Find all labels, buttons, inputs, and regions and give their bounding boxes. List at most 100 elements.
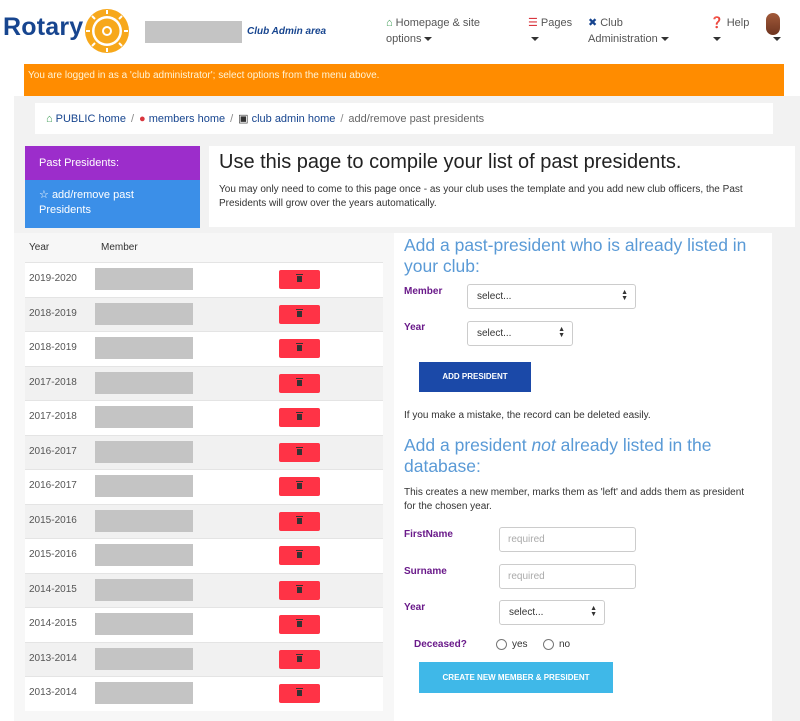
trash-icon: [296, 343, 303, 351]
member-label: Member: [404, 286, 443, 297]
delete-button[interactable]: [279, 580, 320, 600]
delete-button[interactable]: [279, 477, 320, 496]
table-row: 2014-2015: [25, 607, 383, 642]
row-year: 2019-2020: [29, 273, 77, 284]
select-arrows-icon: ▲ ▼: [558, 326, 565, 339]
row-year: 2018-2019: [29, 307, 77, 319]
user-avatar[interactable]: [766, 13, 780, 35]
header: Rotary Club Admin area ⌂ Homepage & site…: [0, 0, 800, 64]
row-year: 2016-2017: [29, 445, 77, 457]
row-year: 2014-2015: [29, 618, 77, 629]
delete-button[interactable]: [279, 649, 320, 669]
side-menu-add-remove-past-presidents[interactable]: ☆ add/remove past Presidents: [25, 180, 200, 228]
delete-button[interactable]: [279, 373, 320, 393]
row-member-redacted: [95, 578, 193, 601]
row-member-redacted: [95, 268, 193, 290]
firstname-input[interactable]: required: [499, 527, 636, 552]
firstname-label: FirstName: [404, 529, 453, 540]
delete-button[interactable]: [279, 546, 320, 565]
table-row: 2019-2020: [25, 262, 383, 297]
row-member-redacted: [95, 682, 193, 704]
past-presidents-table: Year Member 2019-2020 2018-2019 2018-2019 2…: [25, 233, 383, 711]
row-member-redacted: [95, 371, 193, 394]
trash-icon: [296, 515, 303, 524]
row-year: 2013-2014: [29, 687, 77, 698]
row-member-redacted: [95, 302, 193, 325]
create-new-member-president-button[interactable]: CREATE NEW MEMBER & PRESIDENT: [419, 662, 613, 693]
page-title: Use this page to compile your list of pa…: [219, 151, 682, 173]
breadcrumb-club-admin-home[interactable]: club admin home: [252, 113, 336, 125]
trash-icon: [296, 274, 303, 282]
club-name-redacted: [145, 21, 242, 43]
briefcase-icon: ▣: [238, 113, 249, 125]
breadcrumb-members-home[interactable]: members home: [149, 113, 225, 125]
add-president-button[interactable]: ADD PRESIDENT: [419, 362, 531, 392]
table-row: 2014-2015: [25, 572, 383, 607]
delete-button[interactable]: [279, 270, 320, 289]
table-row: 2016-2017: [25, 469, 383, 504]
trash-icon: [296, 653, 303, 662]
delete-button[interactable]: [279, 339, 320, 358]
form1-note: If you make a mistake, the record can be…: [404, 410, 651, 421]
row-member-redacted: [95, 647, 193, 670]
trash-icon: [296, 584, 303, 593]
trash-icon: [296, 550, 303, 558]
trash-icon: [296, 481, 303, 489]
trash-icon: [296, 446, 303, 455]
select-arrows-icon: ▲ ▼: [621, 289, 628, 302]
form1-heading: Add a past-president who is already list…: [404, 235, 747, 276]
row-member-redacted: [95, 337, 193, 359]
member-select[interactable]: select... ▲ ▼: [467, 284, 636, 309]
home-icon: ⌂: [386, 17, 393, 29]
delete-button[interactable]: [279, 408, 320, 427]
caret-down-icon: [424, 37, 433, 42]
form2-year-select[interactable]: select... ▲ ▼: [499, 600, 605, 625]
nav-pages[interactable]: ☰ Pages: [528, 15, 578, 47]
delete-button[interactable]: [279, 442, 320, 462]
row-member-redacted: [95, 406, 193, 428]
breadcrumb-current: add/remove past presidents: [348, 113, 485, 125]
caret-down-icon[interactable]: [773, 37, 781, 41]
tools-icon: ✖: [588, 17, 598, 29]
row-year: 2017-2018: [29, 411, 77, 422]
trash-icon: [296, 688, 303, 696]
row-year: 2016-2017: [29, 480, 77, 491]
layers-icon: ☰: [528, 17, 538, 29]
deceased-yes-radio[interactable]: [496, 639, 507, 650]
star-icon: ☆: [39, 189, 49, 201]
breadcrumb-public-home[interactable]: PUBLIC home: [56, 113, 126, 125]
nav-help[interactable]: ❓ Help: [710, 15, 755, 47]
breadcrumb: ⌂ PUBLIC home / ● members home / ▣ club admin h…: [35, 103, 773, 134]
login-status-banner: You are logged in as a 'club administrat…: [24, 64, 784, 96]
delete-button[interactable]: [279, 304, 320, 324]
surname-label: Surname: [404, 566, 447, 577]
delete-button[interactable]: [279, 511, 320, 531]
table-row: 2016-2017: [25, 434, 383, 469]
delete-button[interactable]: [279, 615, 320, 634]
year-select[interactable]: select... ▲ ▼: [467, 321, 573, 346]
row-member-redacted: [95, 544, 193, 566]
select-arrows-icon: ▲ ▼: [590, 605, 597, 618]
row-member-redacted: [95, 509, 193, 532]
caret-down-icon: [713, 37, 721, 42]
rotary-wheel-icon[interactable]: [82, 6, 132, 56]
nav-homepage-site-options[interactable]: ⌂ Homepage & site options: [386, 15, 506, 47]
table-header: Year Member: [25, 233, 383, 262]
rotary-logo-text[interactable]: Rotary: [3, 13, 83, 42]
trash-icon: [296, 412, 303, 420]
deceased-yes-label: yes: [512, 639, 528, 650]
trash-icon: [296, 619, 303, 627]
trash-icon: [296, 308, 303, 317]
nav-club-administration[interactable]: ✖ Club Administration: [588, 15, 678, 47]
row-year: 2014-2015: [29, 583, 77, 595]
row-member-redacted: [95, 613, 193, 635]
form2-description: This creates a new member, marks them as…: [404, 487, 745, 512]
deceased-no-radio[interactable]: [543, 639, 554, 650]
delete-button[interactable]: [279, 684, 320, 703]
form2-heading: Add a president not already listed in th…: [404, 435, 712, 476]
table-row: 2017-2018: [25, 365, 383, 400]
table-row: 2015-2016: [25, 538, 383, 573]
surname-input[interactable]: required: [499, 564, 636, 589]
club-admin-area-label: Club Admin area: [247, 26, 327, 37]
table-row: 2013-2014: [25, 676, 383, 711]
